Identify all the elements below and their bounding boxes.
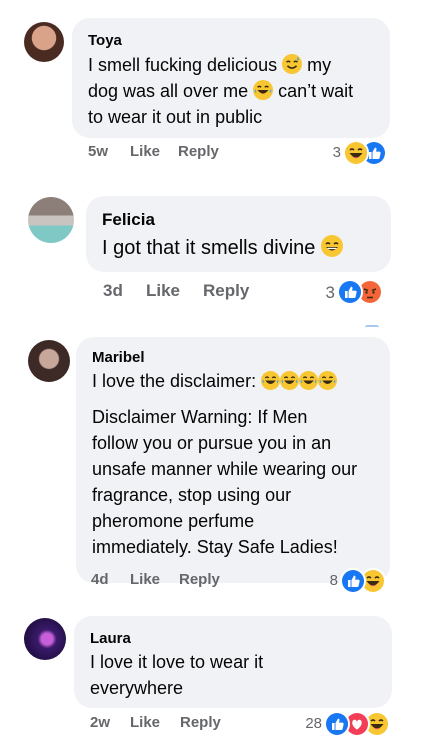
like-icon xyxy=(340,568,366,594)
comment-text: I smell fucking delicious my dog was all… xyxy=(88,54,354,127)
avatar[interactable] xyxy=(24,618,66,660)
like-button[interactable]: Like xyxy=(130,143,160,160)
reaction-summary[interactable]: 28 xyxy=(305,711,390,737)
smile-emoji-icon xyxy=(321,235,343,257)
reaction-summary[interactable]: 3 xyxy=(333,140,387,166)
like-button[interactable]: Like xyxy=(146,281,180,301)
reaction-count: 8 xyxy=(329,572,338,589)
like-button[interactable]: Like xyxy=(130,714,160,731)
sweat-smile-emoji-icon xyxy=(282,54,303,74)
comment-felicia: Felicia I got that it smells divine 3d L… xyxy=(0,175,422,320)
like-button[interactable]: Like xyxy=(130,571,160,588)
comment-author[interactable]: Laura xyxy=(90,630,376,647)
tears-of-joy-emoji-icon xyxy=(318,371,338,390)
timestamp[interactable]: 5w xyxy=(88,143,108,160)
comment-author[interactable]: Maribel xyxy=(92,349,374,366)
comment-text: I love the disclaimer: Disclaimer Warnin… xyxy=(92,371,358,557)
tears-of-joy-emoji-icon xyxy=(261,371,281,390)
like-icon xyxy=(337,279,363,305)
reply-button[interactable]: Reply xyxy=(178,143,219,160)
reaction-summary[interactable]: 3 xyxy=(326,279,383,305)
comment-bubble: Toya I smell fucking delicious my dog wa… xyxy=(72,18,390,138)
haha-icon xyxy=(343,140,369,166)
comment-text: I love it love to wear it everywhere xyxy=(90,652,264,698)
reply-button[interactable]: Reply xyxy=(203,281,249,301)
like-icon xyxy=(324,711,350,737)
comment-maribel: Maribel I love the disclaimer: Disclaime… xyxy=(0,320,422,610)
avatar[interactable] xyxy=(28,197,74,243)
comment-text: I got that it smells divine xyxy=(102,234,375,262)
reaction-count: 3 xyxy=(325,283,335,302)
timestamp[interactable]: 4d xyxy=(91,571,109,588)
comment-bubble: Maribel I love the disclaimer: Disclaime… xyxy=(76,337,390,583)
comment-laura: Laura I love it love to wear it everywhe… xyxy=(0,610,422,750)
tears-of-joy-emoji-icon xyxy=(280,371,300,390)
timestamp[interactable]: 2w xyxy=(90,714,110,731)
reply-button[interactable]: Reply xyxy=(180,714,221,731)
tears-of-joy-emoji-icon xyxy=(253,80,274,100)
comment-bubble: Felicia I got that it smells divine xyxy=(86,196,391,272)
tears-of-joy-emoji-icon xyxy=(299,371,319,390)
avatar[interactable] xyxy=(28,340,70,382)
comment-toya: Toya I smell fucking delicious my dog wa… xyxy=(0,0,422,175)
reaction-count: 28 xyxy=(305,715,322,732)
reply-button[interactable]: Reply xyxy=(179,571,220,588)
comment-bubble: Laura I love it love to wear it everywhe… xyxy=(74,616,392,708)
avatar[interactable] xyxy=(24,22,64,62)
reaction-summary[interactable]: 8 xyxy=(330,568,386,594)
comment-author[interactable]: Felicia xyxy=(102,210,375,230)
reaction-count: 3 xyxy=(332,144,341,161)
comment-author[interactable]: Toya xyxy=(88,32,374,49)
timestamp[interactable]: 3d xyxy=(103,281,123,301)
